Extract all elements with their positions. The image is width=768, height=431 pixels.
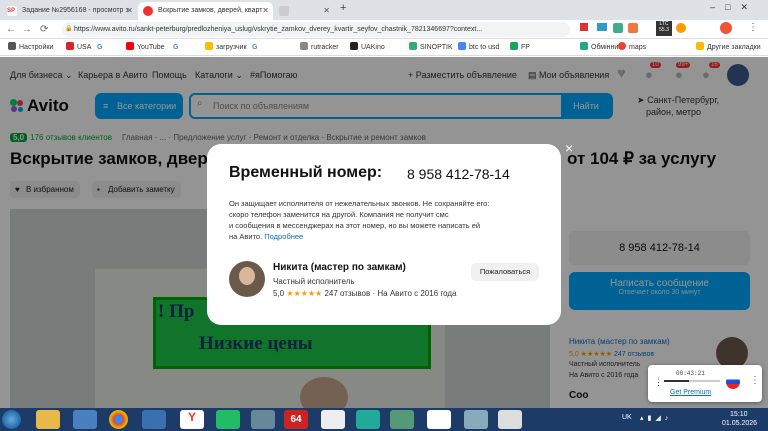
clock-date[interactable]: 01.05.2026 [722, 420, 757, 427]
extension-icon[interactable] [613, 23, 623, 33]
rutracker-icon [300, 42, 308, 50]
bookmark[interactable]: загрузчик [205, 40, 247, 56]
get-premium-link[interactable]: Get Premium [670, 389, 711, 396]
app-icon[interactable] [73, 410, 97, 429]
address-bar[interactable]: 🔒 https://www.avito.ru/sankt-peterburg/p… [62, 22, 570, 37]
tab-title: Задание №2956168 - просмотр з [22, 7, 129, 14]
seller-avatar[interactable] [229, 261, 265, 297]
avito-page: Для бизнеса ⌄ Карьера в Авито Помощь Кат… [0, 57, 768, 409]
app-icon[interactable] [356, 410, 380, 429]
start-button[interactable] [2, 410, 21, 429]
avito-favicon-icon [143, 6, 153, 16]
drag-handle-icon[interactable]: ⋮ [654, 377, 663, 388]
yandex-icon[interactable]: Y [180, 410, 204, 429]
bookmark[interactable]: UAKino [350, 40, 385, 56]
tab-task[interactable]: SP Задание №2956168 - просмотр з ✕ [2, 2, 137, 20]
bookmark-google[interactable]: G [97, 40, 102, 56]
rating-stars: ★★★★★ [286, 289, 323, 298]
bookmark[interactable]: USA [66, 40, 91, 56]
close-tab-icon[interactable]: ✕ [323, 2, 330, 20]
app-icon[interactable] [321, 410, 345, 429]
app-icon[interactable] [464, 410, 488, 429]
modal-seller-rating: 5,0 ★★★★★ 247 отзывов · На Авито с 2016 … [273, 289, 457, 298]
lock-icon: 🔒 [65, 26, 73, 32]
bookmark-folder[interactable]: Другие закладки [696, 40, 761, 56]
modal-title: Временный номер: [229, 164, 383, 181]
sinoptik-icon [409, 42, 417, 50]
progress-track [664, 380, 720, 382]
back-icon[interactable]: ← [6, 22, 16, 37]
close-tab-icon[interactable]: ✕ [262, 2, 269, 20]
google-icon [458, 42, 466, 50]
new-tab-icon[interactable]: + [340, 2, 346, 14]
tray-icons[interactable]: ▴▮◢♪ [640, 414, 672, 422]
bookmark[interactable]: FP [510, 40, 530, 56]
reload-icon[interactable]: ⟳ [40, 22, 48, 37]
close-tab-icon[interactable]: ✕ [126, 2, 133, 20]
uakino-icon [350, 42, 358, 50]
vpn-timer: 00:43:21 [676, 370, 705, 377]
flag-icon [66, 42, 74, 50]
language-indicator[interactable]: UK [622, 414, 632, 421]
app-icon[interactable] [498, 410, 522, 429]
chrome-icon[interactable] [109, 410, 128, 429]
extension-icon[interactable] [628, 23, 638, 33]
windows-taskbar: Y 64 UK ▴▮◢♪ 15:10 01.05.2026 [0, 408, 768, 431]
bookmark[interactable]: Настройки [8, 40, 53, 56]
app-64-icon[interactable]: 64 [284, 410, 308, 429]
sp-favicon-icon: SP [7, 6, 17, 16]
folder-icon [205, 42, 213, 50]
maps-icon [618, 42, 626, 50]
folder-icon [696, 42, 704, 50]
app-icon[interactable] [427, 410, 451, 429]
avatar[interactable] [720, 22, 732, 34]
browser-toolbar: ← → ⟳ 🔒 https://www.avito.ru/sankt-peter… [0, 20, 768, 39]
bookmark[interactable]: maps [618, 40, 646, 56]
app-icon[interactable] [390, 410, 414, 429]
tab-avito[interactable]: Вскрытие замков, дверей, кварт ✕ [138, 2, 273, 20]
bookmark-google[interactable]: G [173, 40, 178, 56]
russia-flag-icon[interactable] [726, 375, 740, 389]
tab-title: Вскрытие замков, дверей, кварт [158, 7, 263, 14]
close-icon[interactable]: × [565, 140, 573, 156]
url-text: https://www.avito.ru/sankt-peterburg/pre… [74, 26, 483, 33]
menu-icon[interactable]: ⋮ [748, 22, 758, 33]
more-link[interactable]: Подробнее [264, 232, 303, 241]
dropdown-icon[interactable]: ⋮ [750, 375, 760, 386]
explorer-icon[interactable] [36, 410, 60, 429]
bookmark[interactable]: btc to usd [458, 40, 499, 56]
clock-time[interactable]: 15:10 [730, 411, 748, 418]
youtube-icon [126, 42, 134, 50]
progress-fill [664, 380, 690, 382]
page-favicon-icon [279, 6, 289, 16]
bookmark[interactable]: rutracker [300, 40, 339, 56]
app-icon[interactable] [251, 410, 275, 429]
report-button[interactable]: Пожаловаться [471, 263, 539, 281]
app-icon[interactable] [216, 410, 240, 429]
window-controls[interactable]: –□✕ [710, 2, 758, 13]
fp-icon [510, 42, 518, 50]
temporary-number-modal: Временный номер: 8 958 412-78-14 Он защи… [207, 144, 561, 325]
bookmark[interactable]: SINOPTIK [409, 40, 453, 56]
exchange-icon [580, 42, 588, 50]
modal-phone[interactable]: 8 958 412-78-14 [407, 166, 510, 182]
bookmark-google[interactable]: G [252, 40, 257, 56]
flag-icon[interactable] [597, 23, 607, 31]
bookmark[interactable]: Обмінник [580, 40, 621, 56]
gear-icon [8, 42, 16, 50]
bookmark[interactable]: YouTube [126, 40, 165, 56]
modal-seller-name[interactable]: Никита (мастер по замкам) [273, 262, 406, 273]
modal-seller-type: Частный исполнитель [273, 277, 355, 286]
extension-icon[interactable] [676, 23, 686, 33]
tab-new[interactable]: ✕ [274, 2, 334, 20]
extension-icon[interactable] [580, 23, 588, 31]
vpn-popup: ⋮ 00:43:21 Get Premium ⋮ [648, 365, 762, 402]
browser-tab-bar: SP Задание №2956168 - просмотр з ✕ Вскры… [0, 0, 768, 20]
ltc-ticker-icon[interactable]: LTC 55.3 [656, 21, 672, 36]
forward-icon[interactable]: → [22, 22, 32, 37]
modal-description: Он защищает исполнителя от нежелательных… [229, 199, 490, 241]
bookmarks-bar: Настройки USA G YouTube G загрузчик G ru… [0, 40, 768, 56]
app-icon[interactable] [142, 410, 166, 429]
